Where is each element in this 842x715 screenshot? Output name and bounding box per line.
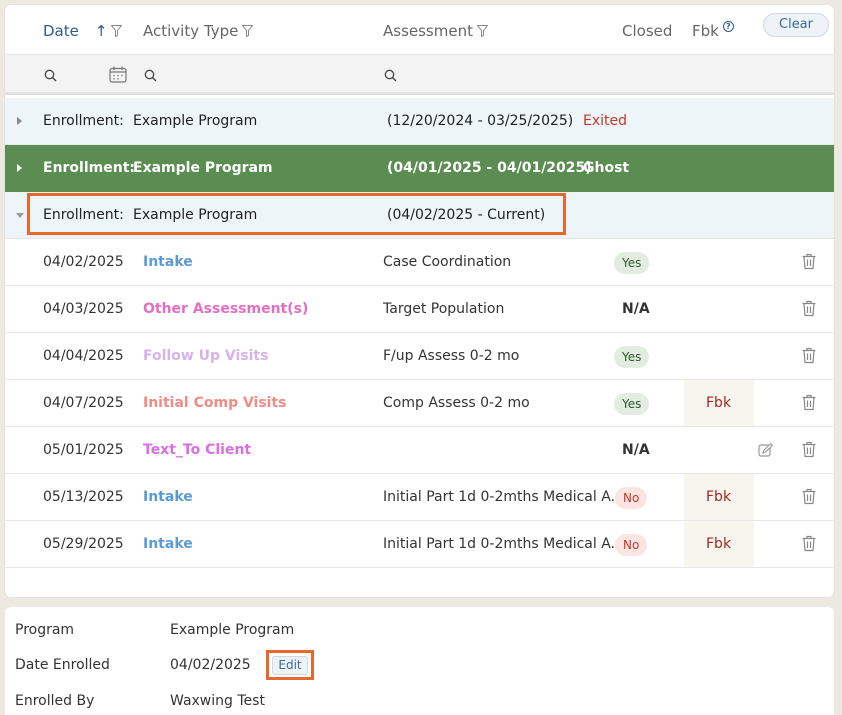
enrollment-details: Program Example Program Date Enrolled 04… (5, 607, 834, 715)
closed-value: N/A (622, 442, 650, 458)
activity-date: 05/13/2025 (43, 489, 124, 505)
trash-icon[interactable] (801, 253, 817, 270)
activity-type-link[interactable]: Initial Comp Visits (143, 395, 287, 411)
fbk-link[interactable]: Fbk (706, 395, 731, 411)
trash-icon[interactable] (801, 488, 817, 505)
activity-type-link[interactable]: Text_To Client (143, 442, 251, 458)
activity-type-link[interactable]: Intake (143, 489, 193, 505)
activity-date: 04/07/2025 (43, 395, 124, 411)
activity-assessment: Comp Assess 0-2 mo (383, 395, 530, 411)
fbk-link[interactable]: Fbk (706, 536, 731, 552)
table-row[interactable]: 05/29/2025 Intake Initial Part 1d 0-2mth… (5, 521, 834, 568)
enrollment-status: Exited (583, 113, 628, 129)
activity-type-link[interactable]: Intake (143, 254, 193, 270)
clear-button[interactable]: Clear (763, 13, 829, 37)
closed-badge: Yes (614, 393, 650, 415)
table-row[interactable]: 05/01/2025 Text_To Client N/A (5, 427, 834, 474)
expand-caret-icon[interactable] (17, 164, 22, 172)
closed-badge: Yes (614, 252, 650, 274)
enrollment-label: Enrollment: (43, 113, 124, 129)
activity-type-link[interactable]: Other Assessment(s) (143, 301, 308, 317)
activity-assessment: Target Population (383, 301, 505, 317)
closed-value: N/A (622, 301, 650, 317)
help-icon[interactable]: ? (722, 20, 734, 32)
column-assessment-header[interactable]: Assessment (383, 22, 488, 40)
table-row[interactable]: 04/03/2025 Other Assessment(s) Target Po… (5, 286, 834, 333)
edit-highlight: Edit (266, 650, 314, 680)
activity-assessment: Initial Part 1d 0-2mths Medical A... (383, 536, 624, 552)
table-row[interactable]: 04/02/2025 Intake Case Coordination Yes (5, 239, 834, 286)
enrollment-program: Example Program (133, 160, 273, 176)
activity-date: 04/04/2025 (43, 348, 124, 364)
activity-date: 05/29/2025 (43, 536, 124, 552)
activity-table: Date ↑ Activity Type Assessment Closed F… (5, 5, 834, 597)
enrollment-date-range: (12/20/2024 - 03/25/2025) (387, 113, 574, 129)
activity-date: 05/01/2025 (43, 442, 124, 458)
program-label: Program (15, 622, 75, 638)
enrollment-row[interactable]: Enrollment: Example Program (12/20/2024 … (5, 98, 834, 145)
enrolled-by-label: Enrolled By (15, 693, 95, 709)
date-enrolled-label: Date Enrolled (15, 657, 110, 673)
table-row[interactable]: 04/04/2025 Follow Up Visits F/up Assess … (5, 333, 834, 380)
filter-icon[interactable] (242, 25, 254, 37)
filter-icon[interactable] (111, 25, 123, 37)
search-icon[interactable] (144, 69, 157, 82)
fbk-link[interactable]: Fbk (706, 489, 731, 505)
column-activity-type-label: Activity Type (143, 22, 239, 40)
calendar-icon[interactable] (109, 66, 127, 83)
activity-type-link[interactable]: Intake (143, 536, 193, 552)
activity-assessment: Case Coordination (383, 254, 512, 270)
edit-date-button[interactable]: Edit (272, 656, 308, 675)
date-enrolled-value: 04/02/2025 (170, 657, 251, 673)
search-icon[interactable] (384, 69, 397, 82)
closed-badge: No (615, 534, 648, 556)
table-row[interactable]: 04/07/2025 Initial Comp Visits Comp Asse… (5, 380, 834, 427)
enrollment-program: Example Program (133, 113, 258, 129)
sort-ascending-icon[interactable]: ↑ (95, 22, 108, 40)
expand-caret-icon[interactable] (17, 117, 22, 125)
column-assessment-label: Assessment (383, 22, 473, 40)
enrollment-status: Ghost (583, 160, 630, 176)
column-closed-label: Closed (622, 22, 673, 40)
activity-assessment: Initial Part 1d 0-2mths Medical A... (383, 489, 624, 505)
filter-row (5, 55, 834, 95)
collapse-caret-icon[interactable] (16, 213, 24, 218)
current-enrollment-highlight (27, 193, 566, 235)
enrollment-date-range: (04/01/2025 - 04/01/2025) (387, 160, 592, 176)
column-date-header[interactable]: Date ↑ (43, 22, 123, 40)
trash-icon[interactable] (801, 300, 817, 317)
program-value: Example Program (170, 622, 295, 638)
activity-date: 04/03/2025 (43, 301, 124, 317)
trash-icon[interactable] (801, 394, 817, 411)
column-closed-header[interactable]: Closed (622, 22, 672, 40)
table-row[interactable]: 05/13/2025 Intake Initial Part 1d 0-2mth… (5, 474, 834, 521)
activity-date: 04/02/2025 (43, 254, 124, 270)
enrollment-label: Enrollment: (43, 160, 135, 176)
column-fbk-label: Fbk (692, 22, 719, 40)
trash-icon[interactable] (801, 347, 817, 364)
enrollment-row[interactable]: Enrollment: Example Program (04/01/2025 … (5, 145, 834, 192)
table-header: Date ↑ Activity Type Assessment Closed F… (5, 5, 834, 55)
closed-badge: Yes (614, 346, 650, 368)
edit-icon[interactable] (758, 443, 773, 458)
filter-icon[interactable] (476, 25, 488, 37)
activity-type-link[interactable]: Follow Up Visits (143, 348, 268, 364)
column-activity-type-header[interactable]: Activity Type (143, 22, 254, 40)
trash-icon[interactable] (801, 535, 817, 552)
column-date-label: Date (43, 22, 79, 40)
enrolled-by-value: Waxwing Test (170, 693, 265, 709)
column-fbk-header[interactable]: Fbk ? (692, 20, 734, 40)
activity-assessment: F/up Assess 0-2 mo (383, 348, 520, 364)
search-icon[interactable] (44, 69, 57, 82)
closed-badge: No (615, 487, 648, 509)
trash-icon[interactable] (801, 441, 817, 458)
